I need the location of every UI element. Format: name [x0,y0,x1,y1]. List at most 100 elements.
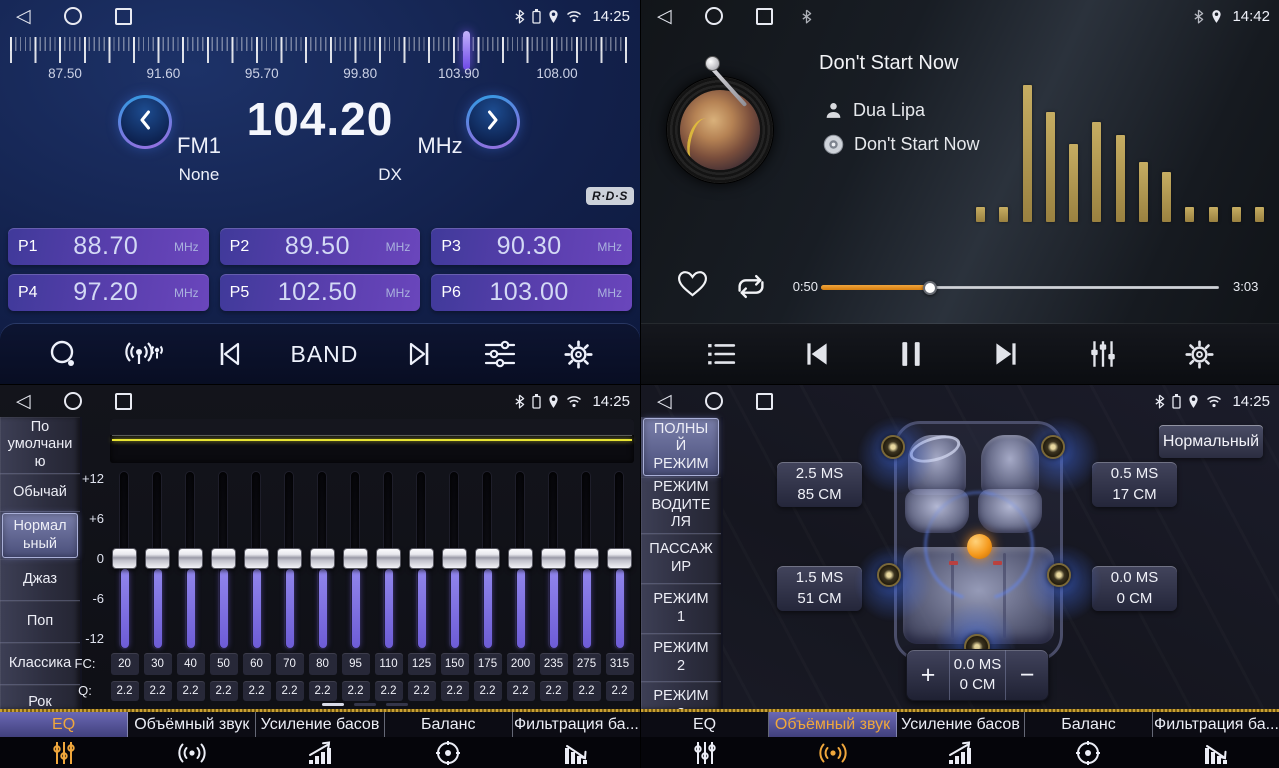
eq-tab-balance[interactable]: Баланс [385,712,513,737]
home-icon[interactable] [64,392,82,410]
eq-preset-1[interactable]: По умолчанию [0,417,80,474]
delay-rear-left-button[interactable]: 1.5 MS 51 CM [777,566,862,611]
delay-front-right-button[interactable]: 0.5 MS 17 CM [1092,462,1177,507]
q-value[interactable]: 2.2 [375,681,403,701]
q-value[interactable]: 2.2 [342,681,370,701]
q-value[interactable]: 2.2 [408,681,436,701]
filter-icon[interactable] [512,737,640,768]
fc-value[interactable]: 175 [474,653,502,675]
staging-tab-eq[interactable]: EQ [641,712,769,737]
fc-value[interactable]: 275 [573,653,601,675]
eq-sliders-icon[interactable] [0,737,128,768]
home-icon[interactable] [705,392,723,410]
staging-tab-filter[interactable]: Фильтрация ба... [1153,712,1279,737]
eq-slider-handle[interactable] [508,548,533,569]
progress-bar[interactable] [821,286,1219,289]
preset-button-p3[interactable]: P390.30MHz [431,228,632,265]
eq-tab-filter[interactable]: Фильтрация ба... [513,712,640,737]
settings-button[interactable] [1184,339,1215,370]
preset-button-p1[interactable]: P188.70MHz [8,228,209,265]
balance-icon[interactable] [384,737,512,768]
fc-value[interactable]: 95 [342,653,370,675]
q-value[interactable]: 2.2 [144,681,172,701]
preset-button-p6[interactable]: P6103.00MHz [431,274,632,311]
staging-mode-5[interactable]: РЕЖИМ 2 [641,634,721,682]
eq-slider-handle[interactable] [178,548,203,569]
staging-tab-surround-sound[interactable]: Объёмный звук [769,712,897,737]
filter-icon[interactable] [1152,737,1279,768]
q-value[interactable]: 2.2 [309,681,337,701]
q-value[interactable]: 2.2 [573,681,601,701]
favorite-button[interactable] [677,269,708,302]
listening-position-marker[interactable] [967,534,992,559]
eq-slider-handle[interactable] [310,548,335,569]
delay-rear-right-button[interactable]: 0.0 MS 0 CM [1092,566,1177,611]
eq-slider-handle[interactable] [607,548,632,569]
fc-value[interactable]: 150 [441,653,469,675]
repeat-button[interactable] [733,272,769,306]
eq-slider-handle[interactable] [541,548,566,569]
q-value[interactable]: 2.2 [606,681,634,701]
surround-sound-icon[interactable] [128,737,256,768]
staging-mode-4[interactable]: РЕЖИМ 1 [641,584,721,634]
staging-mode-2[interactable]: РЕЖИМ ВОДИТЕЛЯ [641,477,721,534]
fc-value[interactable]: 125 [408,653,436,675]
fc-value[interactable]: 40 [177,653,205,675]
scan-button[interactable] [46,337,80,371]
q-value[interactable]: 2.2 [210,681,238,701]
eq-slider-handle[interactable] [409,548,434,569]
fc-value[interactable]: 110 [375,653,403,675]
fc-value[interactable]: 70 [276,653,304,675]
previous-track-button[interactable] [801,340,833,368]
fc-value[interactable]: 80 [309,653,337,675]
audio-settings-button[interactable] [482,339,518,369]
broadcast-button[interactable] [125,337,167,371]
fc-value[interactable]: 60 [243,653,271,675]
eq-slider-handle[interactable] [211,548,236,569]
eq-slider-handle[interactable] [442,548,467,569]
staging-tab-bass-boost[interactable]: Усиление басов [897,712,1025,737]
fc-value[interactable]: 50 [210,653,238,675]
staging-mode-1[interactable]: ПОЛНЫЙ РЕЖИМ [643,418,719,476]
back-icon[interactable]: ◁ [16,392,31,411]
home-icon[interactable] [64,7,82,25]
next-station-button[interactable] [404,339,436,369]
fc-value[interactable]: 315 [606,653,634,675]
tune-down-button[interactable] [118,95,172,149]
surround-sound-icon[interactable] [769,737,897,768]
recents-icon[interactable] [756,8,773,25]
eq-slider-handle[interactable] [277,548,302,569]
delay-front-left-button[interactable]: 2.5 MS 85 CM [777,462,862,507]
previous-station-button[interactable] [213,339,245,369]
band-button[interactable]: BAND [291,341,359,368]
back-icon[interactable]: ◁ [657,7,672,26]
eq-tab-surround-sound[interactable]: Объёмный звук [128,712,256,737]
pause-button[interactable] [898,339,924,369]
preset-button-p2[interactable]: P289.50MHz [220,228,421,265]
tune-up-button[interactable] [466,95,520,149]
q-value[interactable]: 2.2 [441,681,469,701]
home-icon[interactable] [705,7,723,25]
back-icon[interactable]: ◁ [657,392,672,411]
eq-preset-3[interactable]: Нормальный [2,513,78,558]
eq-slider-handle[interactable] [145,548,170,569]
eq-tab-bass-boost[interactable]: Усиление басов [256,712,384,737]
q-value[interactable]: 2.2 [243,681,271,701]
eq-slider-handle[interactable] [112,548,137,569]
eq-sliders-icon[interactable] [641,737,769,768]
preset-button-p4[interactable]: P497.20MHz [8,274,209,311]
recents-icon[interactable] [115,8,132,25]
eq-slider-handle[interactable] [376,548,401,569]
fc-value[interactable]: 235 [540,653,568,675]
progress-thumb[interactable] [923,281,937,295]
back-icon[interactable]: ◁ [16,7,31,26]
delay-minus-button[interactable]: − [1006,650,1048,700]
delay-plus-button[interactable]: + [907,650,949,700]
preset-button-p5[interactable]: P5102.50MHz [220,274,421,311]
eq-slider-handle[interactable] [343,548,368,569]
audio-settings-button[interactable] [1087,339,1119,369]
q-value[interactable]: 2.2 [276,681,304,701]
balance-icon[interactable] [1024,737,1152,768]
q-value[interactable]: 2.2 [540,681,568,701]
eq-slider-handle[interactable] [574,548,599,569]
